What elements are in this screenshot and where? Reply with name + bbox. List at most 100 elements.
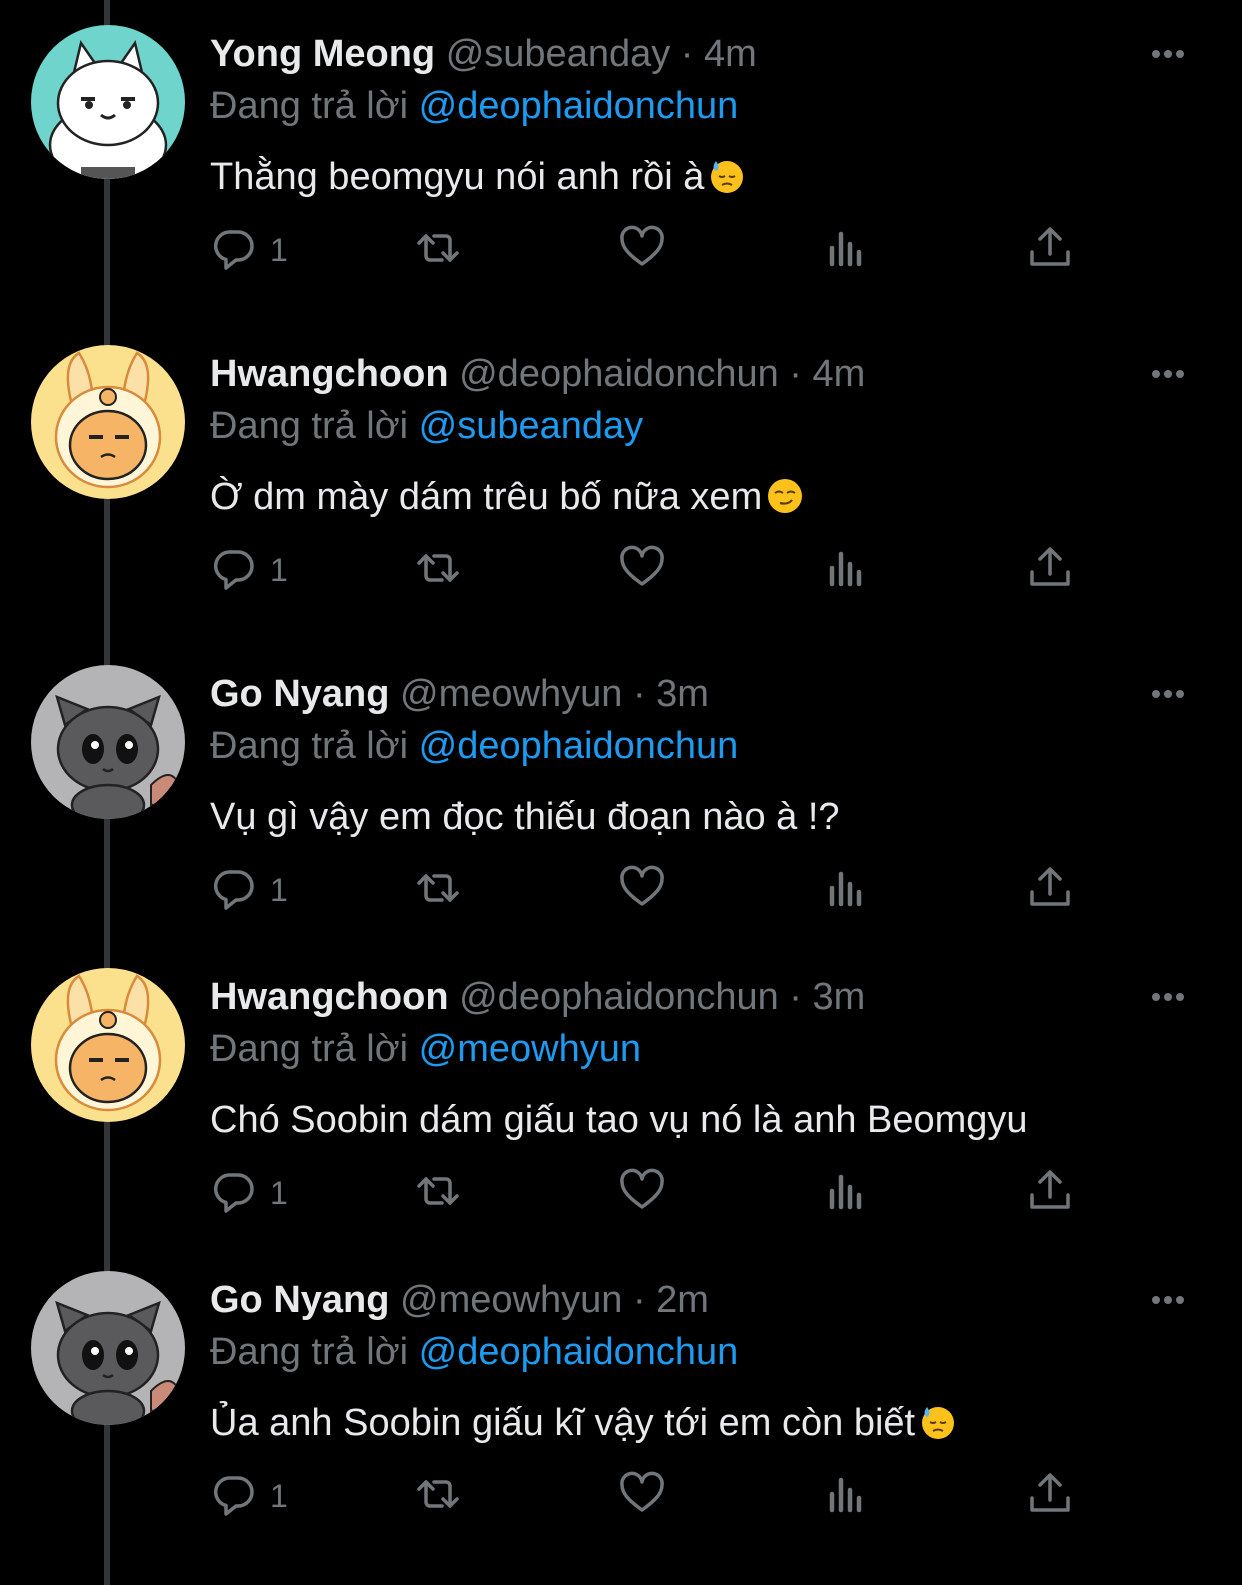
views-icon [822, 1470, 870, 1523]
replying-to-label: Đang trả lời [210, 85, 409, 127]
replying-to-mention[interactable]: @subeanday [419, 405, 644, 447]
views-button[interactable] [822, 1163, 870, 1223]
tweet-timestamp[interactable]: 3m [656, 673, 709, 715]
reply-icon [210, 1470, 258, 1523]
avatar[interactable] [31, 25, 185, 179]
retweet-icon [414, 1470, 462, 1523]
tweet[interactable]: Yong Meong @subeanday · 4m Đang trả lời … [0, 0, 1242, 320]
avatar[interactable] [31, 345, 185, 499]
like-button[interactable] [618, 1163, 666, 1223]
tweet-timestamp[interactable]: 4m [813, 353, 866, 395]
more-icon[interactable] [1148, 676, 1188, 712]
share-button[interactable] [1026, 540, 1074, 600]
tweet-timestamp[interactable]: 4m [704, 33, 757, 75]
tweet-header: Hwangchoon @deophaidonchun · 3m [210, 973, 865, 1021]
retweet-button[interactable] [414, 1163, 462, 1223]
user-handle[interactable]: @meowhyun [400, 673, 622, 715]
tweet-header: Hwangchoon @deophaidonchun · 4m [210, 350, 865, 398]
avatar[interactable] [31, 1271, 185, 1425]
like-icon [618, 544, 666, 597]
tweet-text-content: Thằng beomgyu nói anh rồi à [210, 156, 705, 198]
tweet-timestamp[interactable]: 3m [813, 976, 866, 1018]
display-name[interactable]: Go Nyang [210, 673, 389, 715]
separator-dot: · [632, 673, 646, 715]
more-icon[interactable] [1148, 356, 1188, 392]
tweet-header: Go Nyang @meowhyun · 3m [210, 670, 709, 718]
display-name[interactable]: Hwangchoon [210, 353, 449, 395]
views-button[interactable] [822, 860, 870, 920]
display-name[interactable]: Yong Meong [210, 33, 435, 75]
separator-dot: · [789, 976, 802, 1018]
tweet[interactable]: Go Nyang @meowhyun · 2m Đang trả lời @de… [0, 1246, 1242, 1566]
tweet-text-content: Chó Soobin dám giấu tao vụ nó là anh Beo… [210, 1099, 1028, 1141]
retweet-icon [414, 544, 462, 597]
user-handle[interactable]: @deophaidonchun [459, 976, 779, 1018]
tweet[interactable]: Hwangchoon @deophaidonchun · 4m Đang trả… [0, 320, 1242, 640]
reply-button[interactable]: 1 [210, 540, 288, 600]
tweet-actions: 1 [210, 220, 1110, 280]
reply-icon [210, 544, 258, 597]
avatar[interactable] [31, 968, 185, 1122]
reply-count: 1 [270, 1174, 288, 1211]
user-handle[interactable]: @meowhyun [400, 1279, 622, 1321]
tweet-text: Ủa anh Soobin giấu kĩ vậy tới em còn biế… [210, 1398, 957, 1448]
reply-button[interactable]: 1 [210, 1466, 288, 1526]
replying-to-mention[interactable]: @deophaidonchun [419, 725, 739, 767]
replying-to-label: Đang trả lời [210, 1331, 409, 1373]
avatar[interactable] [31, 665, 185, 819]
retweet-button[interactable] [414, 1466, 462, 1526]
downcast-face-with-sweat-emoji [708, 157, 746, 195]
retweet-button[interactable] [414, 540, 462, 600]
user-handle[interactable]: @deophaidonchun [459, 353, 779, 395]
views-button[interactable] [822, 540, 870, 600]
tweet-actions: 1 [210, 1163, 1110, 1223]
more-icon[interactable] [1148, 979, 1188, 1015]
tweet-timestamp[interactable]: 2m [656, 1279, 709, 1321]
retweet-icon [414, 864, 462, 917]
tweet-text: Vụ gì vậy em đọc thiếu đoạn nào à !? [210, 792, 840, 842]
share-button[interactable] [1026, 1466, 1074, 1526]
tweet-header: Yong Meong @subeanday · 4m [210, 30, 757, 78]
tweet-text-content: Ờ dm mày dám trêu bố nữa xem [210, 476, 763, 518]
display-name[interactable]: Hwangchoon [210, 976, 449, 1018]
share-button[interactable] [1026, 860, 1074, 920]
user-handle[interactable]: @subeanday [446, 33, 671, 75]
replying-to-line: Đang trả lời @subeanday [210, 402, 643, 450]
tweet[interactable]: Go Nyang @meowhyun · 3m Đang trả lời @de… [0, 640, 1242, 960]
tweet-header: Go Nyang @meowhyun · 2m [210, 1276, 709, 1324]
share-icon [1026, 1470, 1074, 1523]
share-button[interactable] [1026, 220, 1074, 280]
tweet-text-content: Ủa anh Soobin giấu kĩ vậy tới em còn biế… [210, 1402, 916, 1444]
reply-icon [210, 224, 258, 277]
retweet-button[interactable] [414, 220, 462, 280]
more-icon[interactable] [1148, 36, 1188, 72]
views-icon [822, 224, 870, 277]
replying-to-mention[interactable]: @deophaidonchun [419, 85, 739, 127]
like-icon [618, 1167, 666, 1220]
reply-button[interactable]: 1 [210, 220, 288, 280]
views-button[interactable] [822, 220, 870, 280]
display-name[interactable]: Go Nyang [210, 1279, 389, 1321]
views-icon [822, 864, 870, 917]
retweet-button[interactable] [414, 860, 462, 920]
reply-button[interactable]: 1 [210, 1163, 288, 1223]
tweet[interactable]: Hwangchoon @deophaidonchun · 3m Đang trả… [0, 943, 1242, 1263]
share-icon [1026, 1167, 1074, 1220]
replying-to-mention[interactable]: @meowhyun [419, 1028, 641, 1070]
like-button[interactable] [618, 860, 666, 920]
tweet-actions: 1 [210, 860, 1110, 920]
replying-to-mention[interactable]: @deophaidonchun [419, 1331, 739, 1373]
views-button[interactable] [822, 1466, 870, 1526]
reply-button[interactable]: 1 [210, 860, 288, 920]
like-icon [618, 1470, 666, 1523]
like-button[interactable] [618, 1466, 666, 1526]
more-icon[interactable] [1148, 1282, 1188, 1318]
views-icon [822, 1167, 870, 1220]
like-icon [618, 224, 666, 277]
like-button[interactable] [618, 540, 666, 600]
retweet-icon [414, 1167, 462, 1220]
share-button[interactable] [1026, 1163, 1074, 1223]
separator-dot: · [680, 33, 694, 75]
like-button[interactable] [618, 220, 666, 280]
tweet-text: Thằng beomgyu nói anh rồi à [210, 152, 746, 202]
